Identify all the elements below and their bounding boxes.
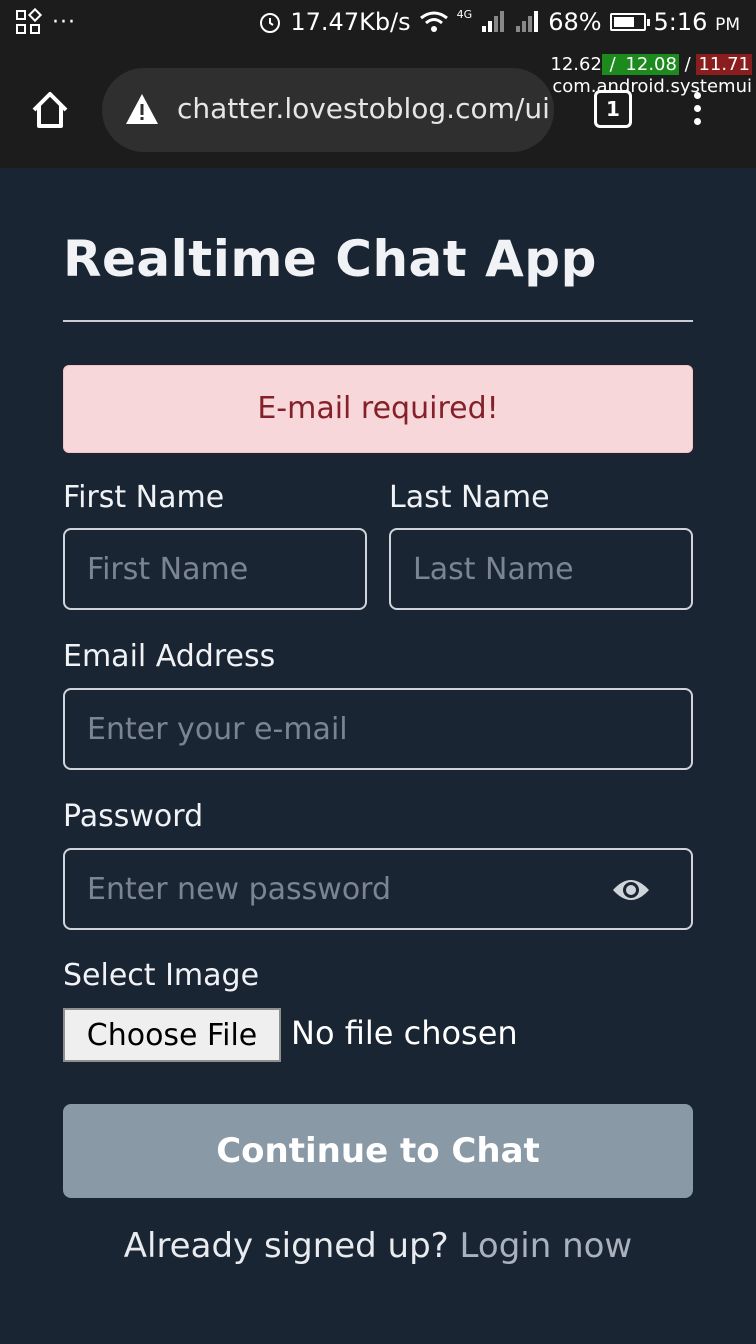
alarm-icon	[260, 13, 281, 33]
url-text[interactable]: chatter.lovestoblog.com/ui	[177, 92, 549, 125]
first-name-label: First Name	[63, 480, 225, 515]
more-notifications-icon: ···	[52, 10, 76, 35]
page-title: Realtime Chat App	[63, 230, 597, 288]
perf-sep1: /	[601, 54, 624, 75]
clock-time: 5:16	[653, 8, 708, 36]
signal-sim2-icon	[516, 11, 539, 32]
status-left: ···	[16, 7, 76, 36]
battery-icon	[609, 13, 650, 31]
address-bar[interactable]: chatter.lovestoblog.com/ui	[102, 68, 554, 152]
perf-sep2: /	[678, 54, 697, 75]
perf-v2: 12.08	[623, 54, 679, 75]
network-type: 4G	[456, 8, 473, 21]
overflow-menu-button[interactable]	[690, 92, 704, 132]
perf-v1: 12.62	[550, 54, 602, 75]
home-icon	[32, 92, 68, 128]
warning-icon[interactable]	[124, 92, 160, 126]
login-now-link[interactable]: Login now	[460, 1226, 633, 1266]
login-prompt-text: Already signed up?	[123, 1226, 449, 1266]
error-alert: E-mail required!	[63, 365, 693, 453]
wifi-icon	[419, 11, 448, 32]
browser-toolbar: chatter.lovestoblog.com/ui 1 12.62 / 12.…	[0, 52, 756, 168]
choose-file-button[interactable]: Choose File	[63, 1008, 281, 1062]
app-grid-icon	[16, 7, 43, 36]
status-bar: ··· 17.47Kb/s 4G 68% 5:16 PM	[0, 0, 756, 52]
email-label: Email Address	[63, 639, 276, 674]
signal-icon	[482, 11, 505, 32]
clock: 5:16 PM	[654, 8, 740, 36]
login-prompt-line: Already signed up? Login now	[63, 1226, 693, 1266]
last-name-label: Last Name	[389, 480, 550, 515]
continue-to-chat-button[interactable]: Continue to Chat	[63, 1104, 693, 1198]
performance-overlay: 12.62 / 12.08 / 11.71 com.android.system…	[550, 54, 752, 98]
last-name-input[interactable]	[389, 528, 693, 610]
email-input[interactable]	[63, 688, 693, 770]
show-password-icon[interactable]	[611, 876, 651, 904]
image-label: Select Image	[63, 958, 260, 993]
perf-values: 12.62 / 12.08 / 11.71	[550, 54, 752, 76]
status-right: 17.47Kb/s 4G 68% 5:16 PM	[258, 8, 740, 36]
home-button[interactable]	[30, 90, 70, 130]
battery-percent: 68%	[548, 8, 602, 36]
clock-ampm: PM	[715, 15, 740, 35]
perf-v3: 11.71	[696, 54, 752, 75]
first-name-input[interactable]	[63, 528, 367, 610]
perf-process: com.android.systemui	[552, 76, 752, 97]
title-divider	[63, 320, 693, 322]
password-input[interactable]	[63, 848, 693, 930]
file-status: No file chosen	[291, 1014, 518, 1052]
network-speed: 17.47Kb/s	[290, 8, 411, 36]
password-label: Password	[63, 799, 204, 834]
